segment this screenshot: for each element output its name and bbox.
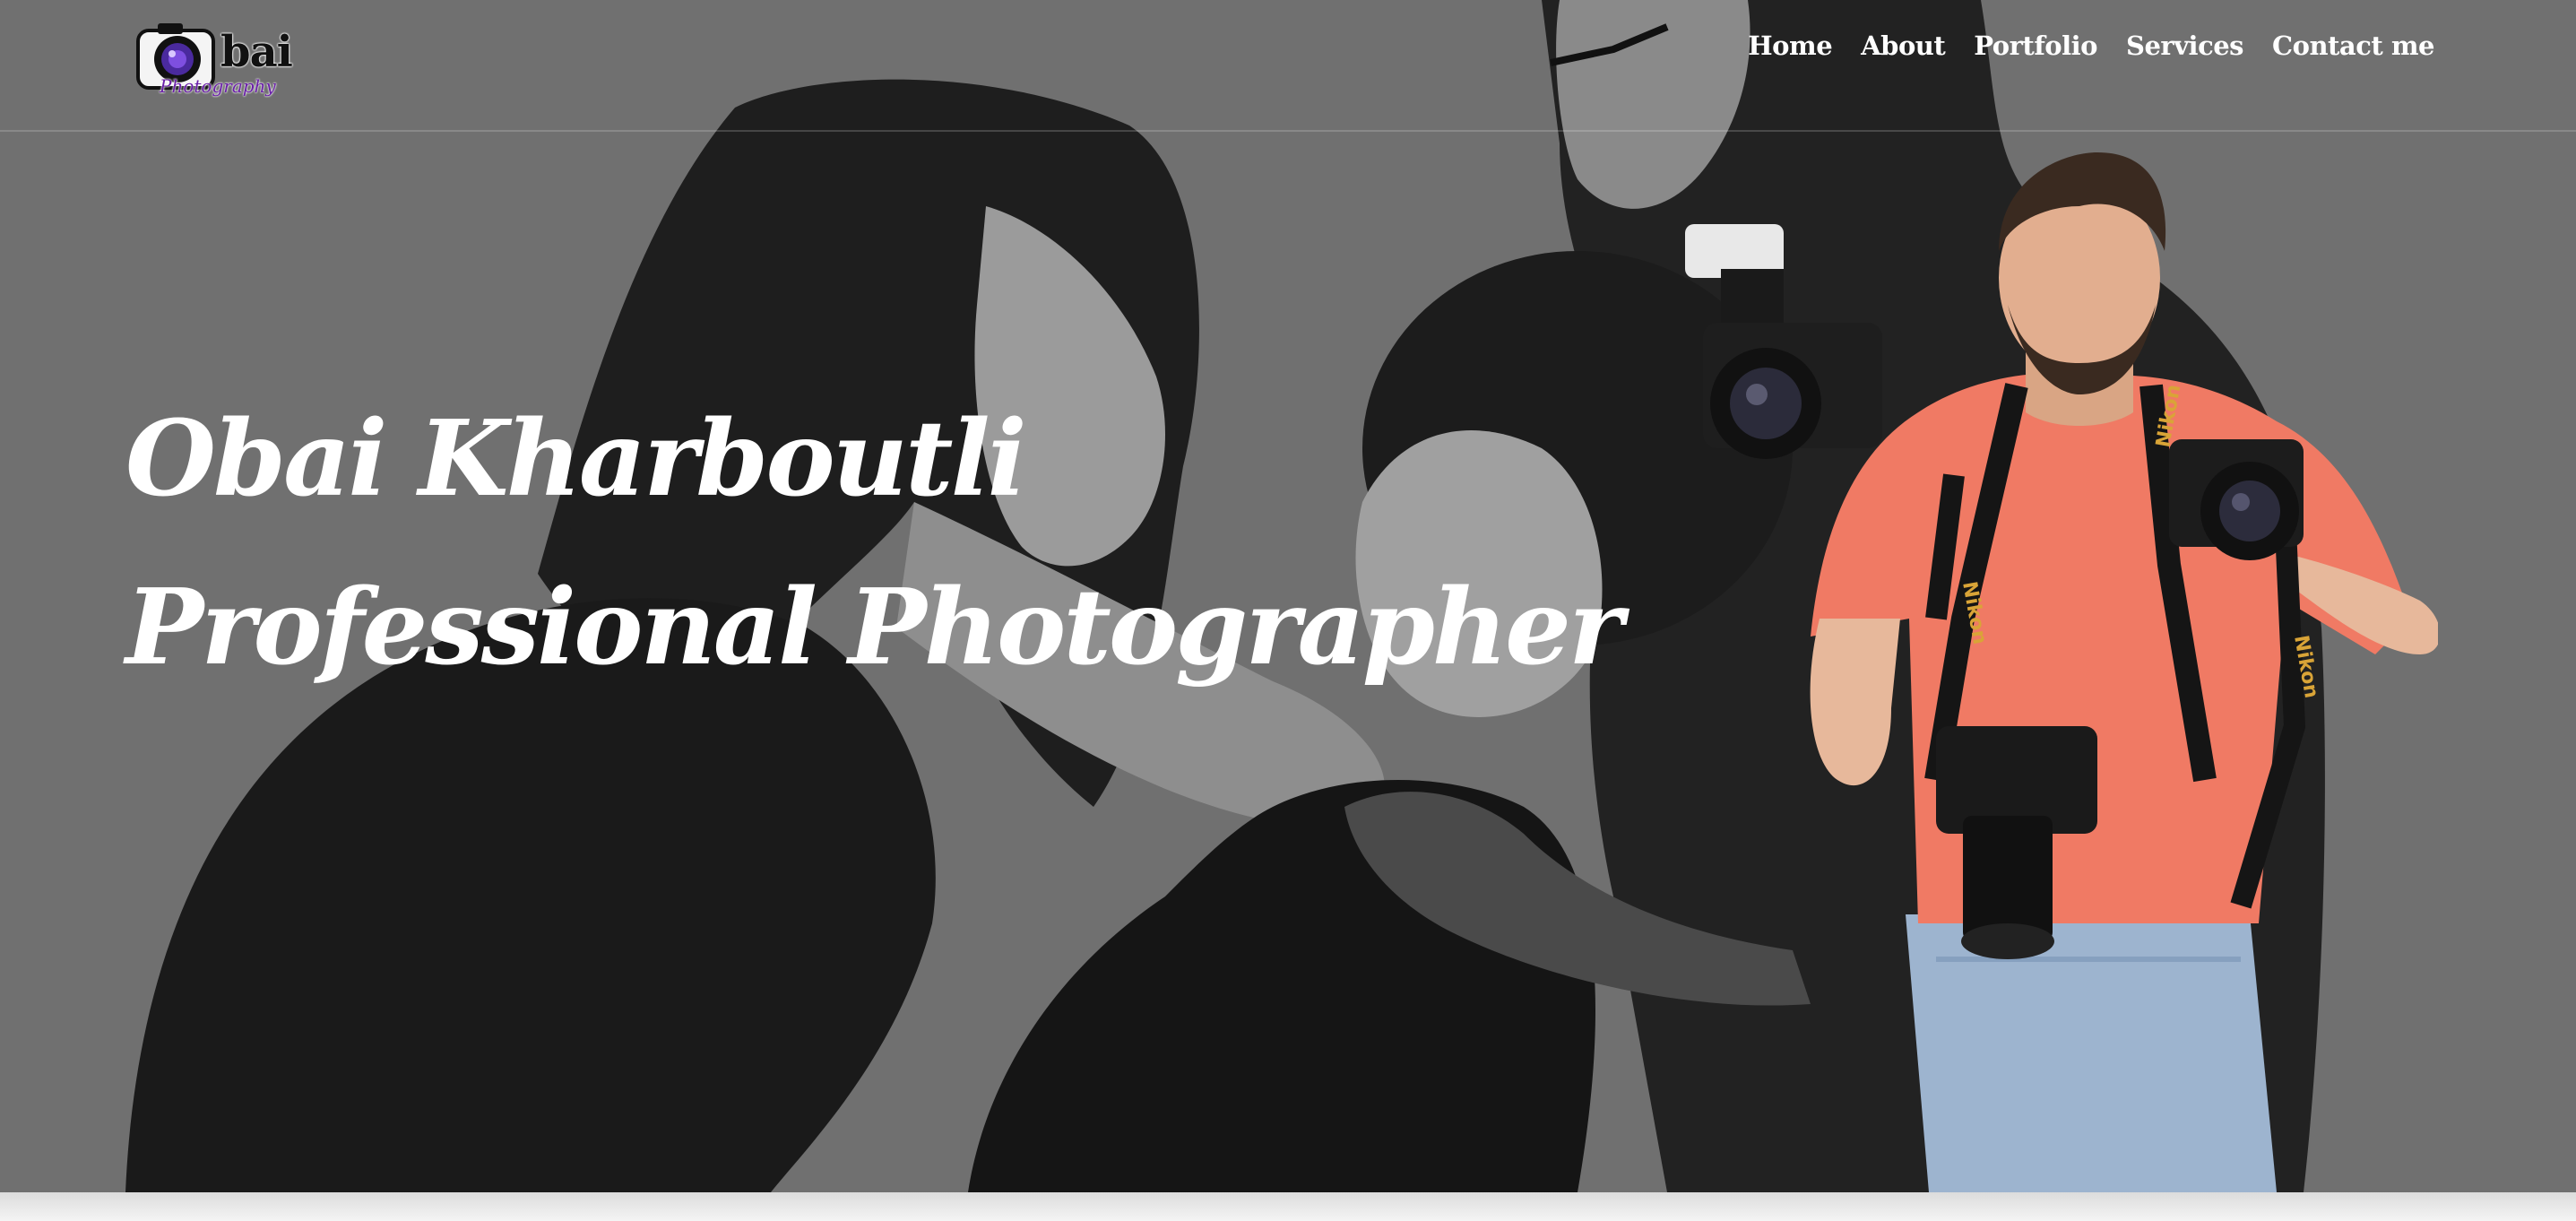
nav-home-link[interactable]: Home	[1748, 30, 1832, 61]
hero-title-name: Obai Kharboutli	[125, 398, 1027, 520]
site-logo[interactable]: bai Photography	[134, 18, 293, 99]
section-divider	[0, 1192, 2576, 1221]
photographer-portrait-image: Nikon Nikon Nikon	[1685, 152, 2438, 1192]
logo-wordmark: bai	[220, 27, 293, 77]
site-header: bai Photography Home About Portfolio Ser…	[0, 0, 2576, 132]
nav-portfolio-link[interactable]: Portfolio	[1974, 30, 2097, 61]
hero-section: bai Photography Home About Portfolio Ser…	[0, 0, 2576, 1192]
logo-subtitle: Photography	[160, 75, 276, 97]
main-navigation: Home About Portfolio Services Contact me	[1748, 30, 2434, 61]
nav-about-link[interactable]: About	[1861, 30, 1946, 61]
nav-contact-link[interactable]: Contact me	[2272, 30, 2434, 61]
hero-headline: Obai Kharboutli Professional Photographe…	[125, 375, 1623, 712]
hero-title-role: Professional Photographer	[125, 567, 1623, 688]
nav-services-link[interactable]: Services	[2126, 30, 2243, 61]
